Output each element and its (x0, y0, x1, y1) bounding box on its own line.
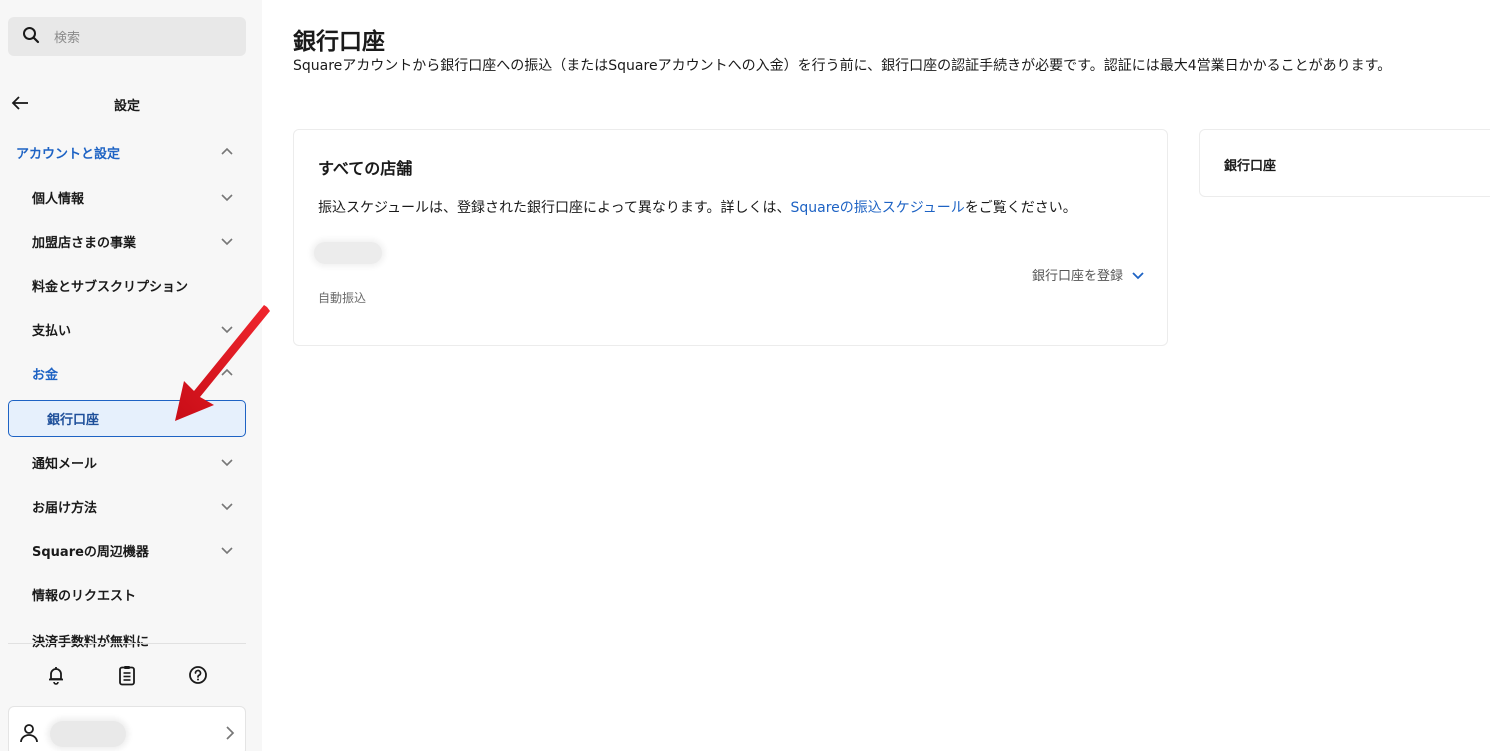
chevron-down-icon (219, 542, 235, 558)
register-bank-account-button[interactable]: 銀行口座を登録 (1032, 265, 1145, 284)
card-description-text: 振込スケジュールは、登録された銀行口座によって異なります。詳しくは、 (318, 200, 791, 216)
sidebar-item-info-requests[interactable]: 情報のリクエスト (0, 576, 262, 612)
sidebar-item-business[interactable]: 加盟店さまの事業 (0, 223, 262, 259)
sidebar-item-hardware[interactable]: Squareの周辺機器 (0, 532, 262, 568)
clipboard-icon[interactable] (116, 664, 138, 686)
chevron-down-icon (219, 454, 235, 470)
sidebar-divider (8, 643, 246, 644)
account-switcher[interactable] (8, 706, 246, 751)
sidebar-section-label: アカウントと設定 (16, 146, 121, 162)
chevron-down-icon (219, 233, 235, 249)
sidebar-item-label: 通知メール (32, 456, 98, 472)
chevron-down-icon (219, 189, 235, 205)
sidebar-item-label: 銀行口座 (47, 413, 100, 428)
search-icon (22, 26, 40, 48)
card-description-text-end: をご覧ください。 (964, 200, 1077, 216)
bank-accounts-side-card: 銀行口座 (1199, 129, 1490, 197)
sidebar-item-label: 支払い (32, 323, 72, 339)
sidebar-item-label: 情報のリクエスト (32, 588, 137, 604)
page-description: Squareアカウントから銀行口座への振込（またはSquareアカウントへの入金… (293, 58, 1392, 74)
sidebar-item-delivery-methods[interactable]: お届け方法 (0, 488, 262, 524)
chevron-down-icon (219, 498, 235, 514)
sidebar-item-label: お届け方法 (32, 500, 98, 516)
settings-header: 設定 (0, 88, 262, 118)
location-name-redacted (314, 242, 382, 264)
transfer-schedule-link[interactable]: Squareの振込スケジュール (791, 200, 965, 216)
person-icon (19, 722, 39, 744)
annotation-arrow-icon (175, 305, 270, 421)
sidebar-item-pricing-subscriptions[interactable]: 料金とサブスクリプション (0, 267, 262, 303)
sidebar-item-free-fees[interactable]: 決済手数料が無料に (0, 627, 262, 649)
sidebar-item-label: 個人情報 (32, 191, 85, 207)
help-icon[interactable] (187, 664, 209, 686)
sidebar-item-label: 料金とサブスクリプション (32, 279, 189, 295)
sidebar-item-email-notifications[interactable]: 通知メール (0, 444, 262, 480)
sidebar-section-account-settings[interactable]: アカウントと設定 (0, 134, 262, 170)
bell-icon[interactable] (45, 664, 67, 686)
settings-title: 設定 (113, 99, 140, 114)
all-locations-card: すべての店舗 振込スケジュールは、登録された銀行口座によって異なります。詳しくは… (293, 129, 1168, 346)
sidebar-item-label: お金 (32, 367, 59, 383)
sidebar-item-label: 加盟店さまの事業 (32, 235, 137, 251)
card-description: 振込スケジュールは、登録された銀行口座によって異なります。詳しくは、Square… (318, 197, 1077, 217)
sidebar-item-label: Squareの周辺機器 (32, 544, 149, 560)
auto-transfer-label: 自動振込 (318, 291, 367, 305)
register-label: 銀行口座を登録 (1031, 269, 1123, 284)
search-input[interactable]: 検索 (54, 27, 80, 46)
page-title: 銀行口座 (293, 29, 385, 55)
search-box[interactable]: 検索 (8, 17, 246, 56)
side-card-title: 銀行口座 (1224, 159, 1277, 174)
account-name-redacted (50, 721, 126, 747)
sidebar-item-label: 決済手数料が無料に (32, 635, 150, 649)
sidebar-footer-icons (0, 660, 262, 690)
chevron-right-icon (223, 724, 237, 742)
sidebar-item-personal-info[interactable]: 個人情報 (0, 179, 262, 215)
chevron-down-icon (1132, 271, 1144, 279)
card-title: すべての店舗 (318, 159, 413, 178)
chevron-up-icon (219, 144, 235, 160)
